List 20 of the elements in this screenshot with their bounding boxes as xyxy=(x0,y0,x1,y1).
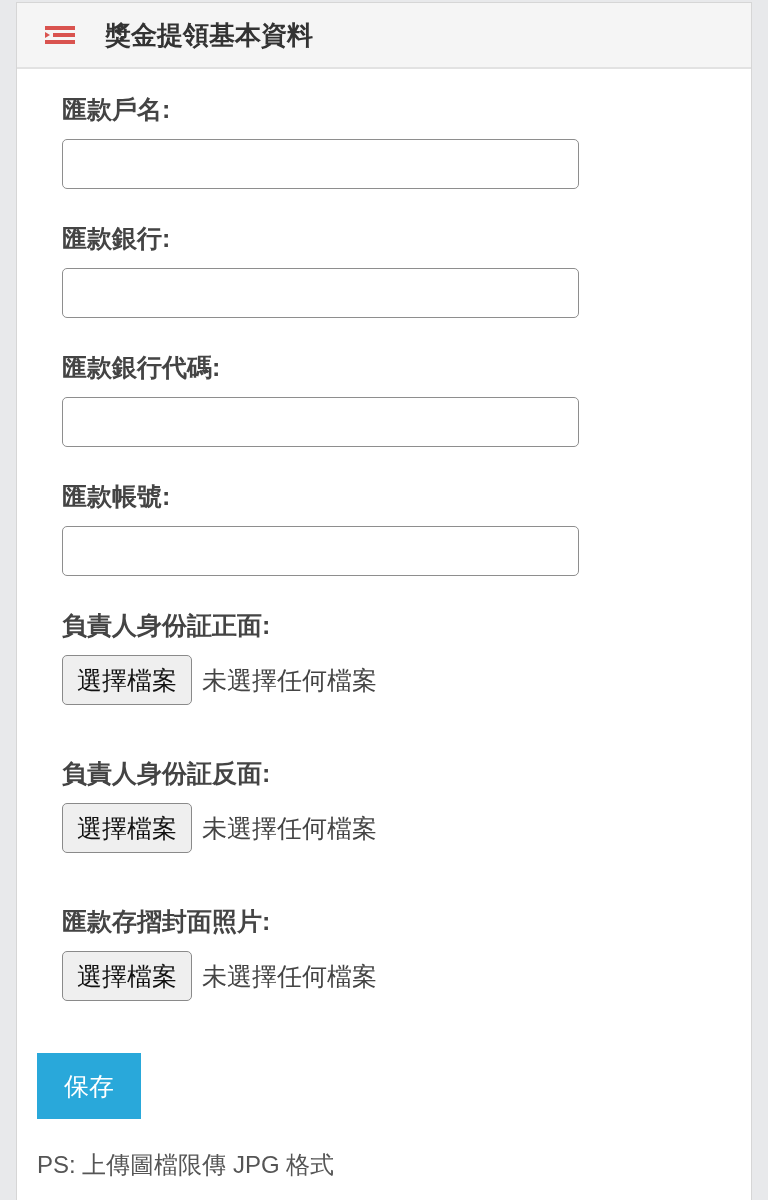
field-label: 匯款存摺封面照片: xyxy=(62,906,272,937)
input-field[interactable] xyxy=(62,526,579,576)
choose-file-button[interactable]: 選擇檔案 xyxy=(62,951,192,1001)
file-status-text: 未選擇任何檔案 xyxy=(202,812,377,844)
choose-file-button[interactable]: 選擇檔案 xyxy=(62,803,192,853)
field-label: 匯款戶名: xyxy=(62,94,172,125)
input-field[interactable] xyxy=(62,139,579,189)
field-label: 匯款銀行: xyxy=(62,223,172,254)
input-field[interactable] xyxy=(62,397,579,447)
panel-title: 獎金提領基本資料 xyxy=(105,18,313,52)
note-text: PS: 上傳圖檔限傳 JPG 格式 xyxy=(37,1150,336,1180)
field-label: 負責人身份証反面: xyxy=(62,758,272,789)
field-label: 匯款帳號: xyxy=(62,481,172,512)
indent-icon xyxy=(45,26,75,44)
file-status-text: 未選擇任何檔案 xyxy=(202,664,377,696)
field-label: 匯款銀行代碼: xyxy=(62,352,222,383)
field-label: 負責人身份証正面: xyxy=(62,610,272,641)
input-field[interactable] xyxy=(62,268,579,318)
file-status-text: 未選擇任何檔案 xyxy=(202,960,377,992)
choose-file-button[interactable]: 選擇檔案 xyxy=(62,655,192,705)
